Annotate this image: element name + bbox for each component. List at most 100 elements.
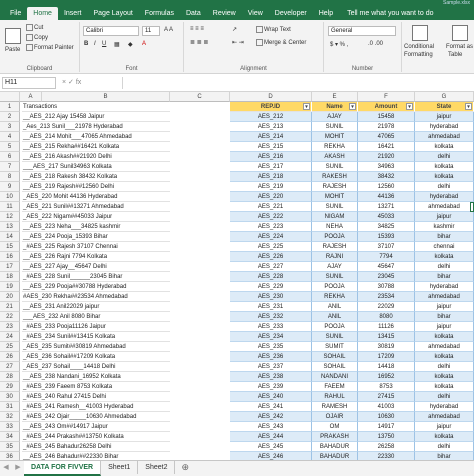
name-box[interactable]: H11 xyxy=(2,77,56,89)
format-as-table-icon[interactable] xyxy=(452,25,468,41)
filter-dropdown-icon[interactable]: ▾ xyxy=(406,103,413,110)
row-header[interactable]: 18 xyxy=(0,272,20,282)
column-header-a[interactable]: A xyxy=(20,92,42,102)
sheet-tab-sheet1[interactable]: Sheet1 xyxy=(101,461,139,474)
decimal-icon[interactable]: .0 .00 xyxy=(368,41,383,47)
tab-view[interactable]: View xyxy=(242,7,269,20)
formatting-label[interactable]: Formatting xyxy=(404,52,433,58)
column-header-d[interactable]: D xyxy=(230,92,312,102)
row-header[interactable]: 3 xyxy=(0,122,20,132)
row-header[interactable]: 16 xyxy=(0,252,20,262)
row-header[interactable]: 17 xyxy=(0,262,20,272)
tab-data[interactable]: Data xyxy=(180,7,207,20)
row-header[interactable]: 5 xyxy=(0,142,20,152)
column-header-e[interactable]: E xyxy=(312,92,358,102)
tell-me-search[interactable]: Tell me what you want to do xyxy=(347,7,433,20)
paste-icon[interactable] xyxy=(5,28,21,44)
format-as-label[interactable]: Format as xyxy=(446,44,473,50)
wrap-text-button[interactable]: Wrap Text xyxy=(256,26,291,33)
row-header[interactable]: 8 xyxy=(0,172,20,182)
tab-insert[interactable]: Insert xyxy=(58,7,88,20)
row-header[interactable]: 9 xyxy=(0,182,20,192)
tab-developer[interactable]: Developer xyxy=(269,7,313,20)
column-header-b[interactable]: B xyxy=(42,92,170,102)
row-header[interactable]: 25 xyxy=(0,342,20,352)
number-format-select[interactable]: General xyxy=(328,26,396,36)
filter-dropdown-icon[interactable]: ▾ xyxy=(349,103,356,110)
formula-icons[interactable]: × ✓ fx xyxy=(62,77,81,89)
row-header[interactable]: 30 xyxy=(0,392,20,402)
row-header[interactable]: 29 xyxy=(0,382,20,392)
font-grow-icon[interactable]: A A xyxy=(164,27,173,33)
align-top-icon[interactable]: ≡ ≡ ≡ xyxy=(190,26,204,32)
row-header[interactable]: 12 xyxy=(0,212,20,222)
paste-button[interactable]: Paste xyxy=(5,47,20,53)
next-sheet-icon[interactable]: ▶ xyxy=(12,461,24,475)
row-header[interactable]: 6 xyxy=(0,152,20,162)
column-header-c[interactable]: C xyxy=(170,92,230,102)
filter-dropdown-icon[interactable]: ▾ xyxy=(465,103,472,110)
column-header-g[interactable]: G xyxy=(415,92,474,102)
row-header[interactable]: 26 xyxy=(0,352,20,362)
row-header[interactable]: 28 xyxy=(0,372,20,382)
tab-help[interactable]: Help xyxy=(313,7,339,20)
currency-icon[interactable]: $ ▾ % , xyxy=(330,41,348,48)
row-header[interactable]: 33 xyxy=(0,422,20,432)
font-color-icon[interactable]: A xyxy=(142,41,146,47)
font-size-select[interactable]: 11 xyxy=(142,26,160,36)
filter-dropdown-icon[interactable]: ▾ xyxy=(303,103,310,110)
table-label[interactable]: Table xyxy=(448,52,462,58)
tab-home[interactable]: Home xyxy=(27,7,58,20)
row-header[interactable]: 21 xyxy=(0,302,20,312)
orientation-icon[interactable]: ↗ xyxy=(232,26,237,33)
row-header[interactable]: 14 xyxy=(0,232,20,242)
row-header[interactable]: 19 xyxy=(0,282,20,292)
copy-button[interactable]: Copy xyxy=(26,34,48,41)
tab-formulas[interactable]: Formulas xyxy=(139,7,180,20)
indent-icon[interactable]: ⇤ ⇥ xyxy=(232,39,244,46)
table-header-state[interactable]: State ▾ xyxy=(415,102,474,112)
row-header[interactable]: 22 xyxy=(0,312,20,322)
fill-color-icon[interactable]: ◆ xyxy=(128,41,133,48)
row-header[interactable]: 4 xyxy=(0,132,20,142)
tab-review[interactable]: Review xyxy=(207,7,242,20)
table-header-amount[interactable]: Amount ▾ xyxy=(358,102,415,112)
row-header[interactable]: 27 xyxy=(0,362,20,372)
spreadsheet-grid[interactable]: A B C D E F G 1 Transactions REP.ID ▾ Name ▾ Amount ▾ S… xyxy=(0,92,474,460)
row-header[interactable]: 1 xyxy=(0,102,20,112)
row-header[interactable]: 7 xyxy=(0,162,20,172)
conditional-label[interactable]: Conditional xyxy=(404,44,434,50)
sheet-tab-data[interactable]: DATA FOR FIVVER xyxy=(24,461,102,476)
merge-center-button[interactable]: Merge & Center xyxy=(256,39,306,46)
conditional-formatting-icon[interactable] xyxy=(412,25,428,41)
row-header[interactable]: 10 xyxy=(0,192,20,202)
selected-cell[interactable] xyxy=(470,202,474,212)
cut-button[interactable]: Cut xyxy=(26,24,43,31)
tab-page-layout[interactable]: Page Layout xyxy=(87,7,138,20)
row-header[interactable]: 34 xyxy=(0,432,20,442)
row-header[interactable]: 13 xyxy=(0,222,20,232)
row-header[interactable]: 20 xyxy=(0,292,20,302)
row-header[interactable]: 32 xyxy=(0,412,20,422)
bold-icon[interactable]: B xyxy=(84,41,88,47)
format-painter-button[interactable]: Format Painter xyxy=(26,44,74,51)
table-header-name[interactable]: Name ▾ xyxy=(312,102,358,112)
table-header-id[interactable]: REP.ID ▾ xyxy=(230,102,312,112)
font-name-select[interactable]: Calibri xyxy=(83,26,139,36)
prev-sheet-icon[interactable]: ◀ xyxy=(0,461,12,475)
sheet-tab-sheet2[interactable]: Sheet2 xyxy=(138,461,176,474)
row-header[interactable]: 31 xyxy=(0,402,20,412)
row-header[interactable]: 2 xyxy=(0,112,20,122)
add-sheet-icon[interactable]: ⊕ xyxy=(181,461,189,474)
row-header[interactable]: 35 xyxy=(0,442,20,452)
row-header[interactable]: 15 xyxy=(0,242,20,252)
row-header[interactable]: 36 xyxy=(0,452,20,460)
row-header[interactable]: 23 xyxy=(0,322,20,332)
align-left-icon[interactable]: ≣ ≣ ≣ xyxy=(190,39,208,46)
formula-input[interactable] xyxy=(122,77,472,89)
tab-file[interactable]: File xyxy=(4,7,27,20)
italic-icon[interactable]: I xyxy=(94,41,96,47)
select-all-corner[interactable] xyxy=(0,92,20,102)
border-icon[interactable]: ▦ xyxy=(114,41,120,48)
row-header[interactable]: 11 xyxy=(0,202,20,212)
